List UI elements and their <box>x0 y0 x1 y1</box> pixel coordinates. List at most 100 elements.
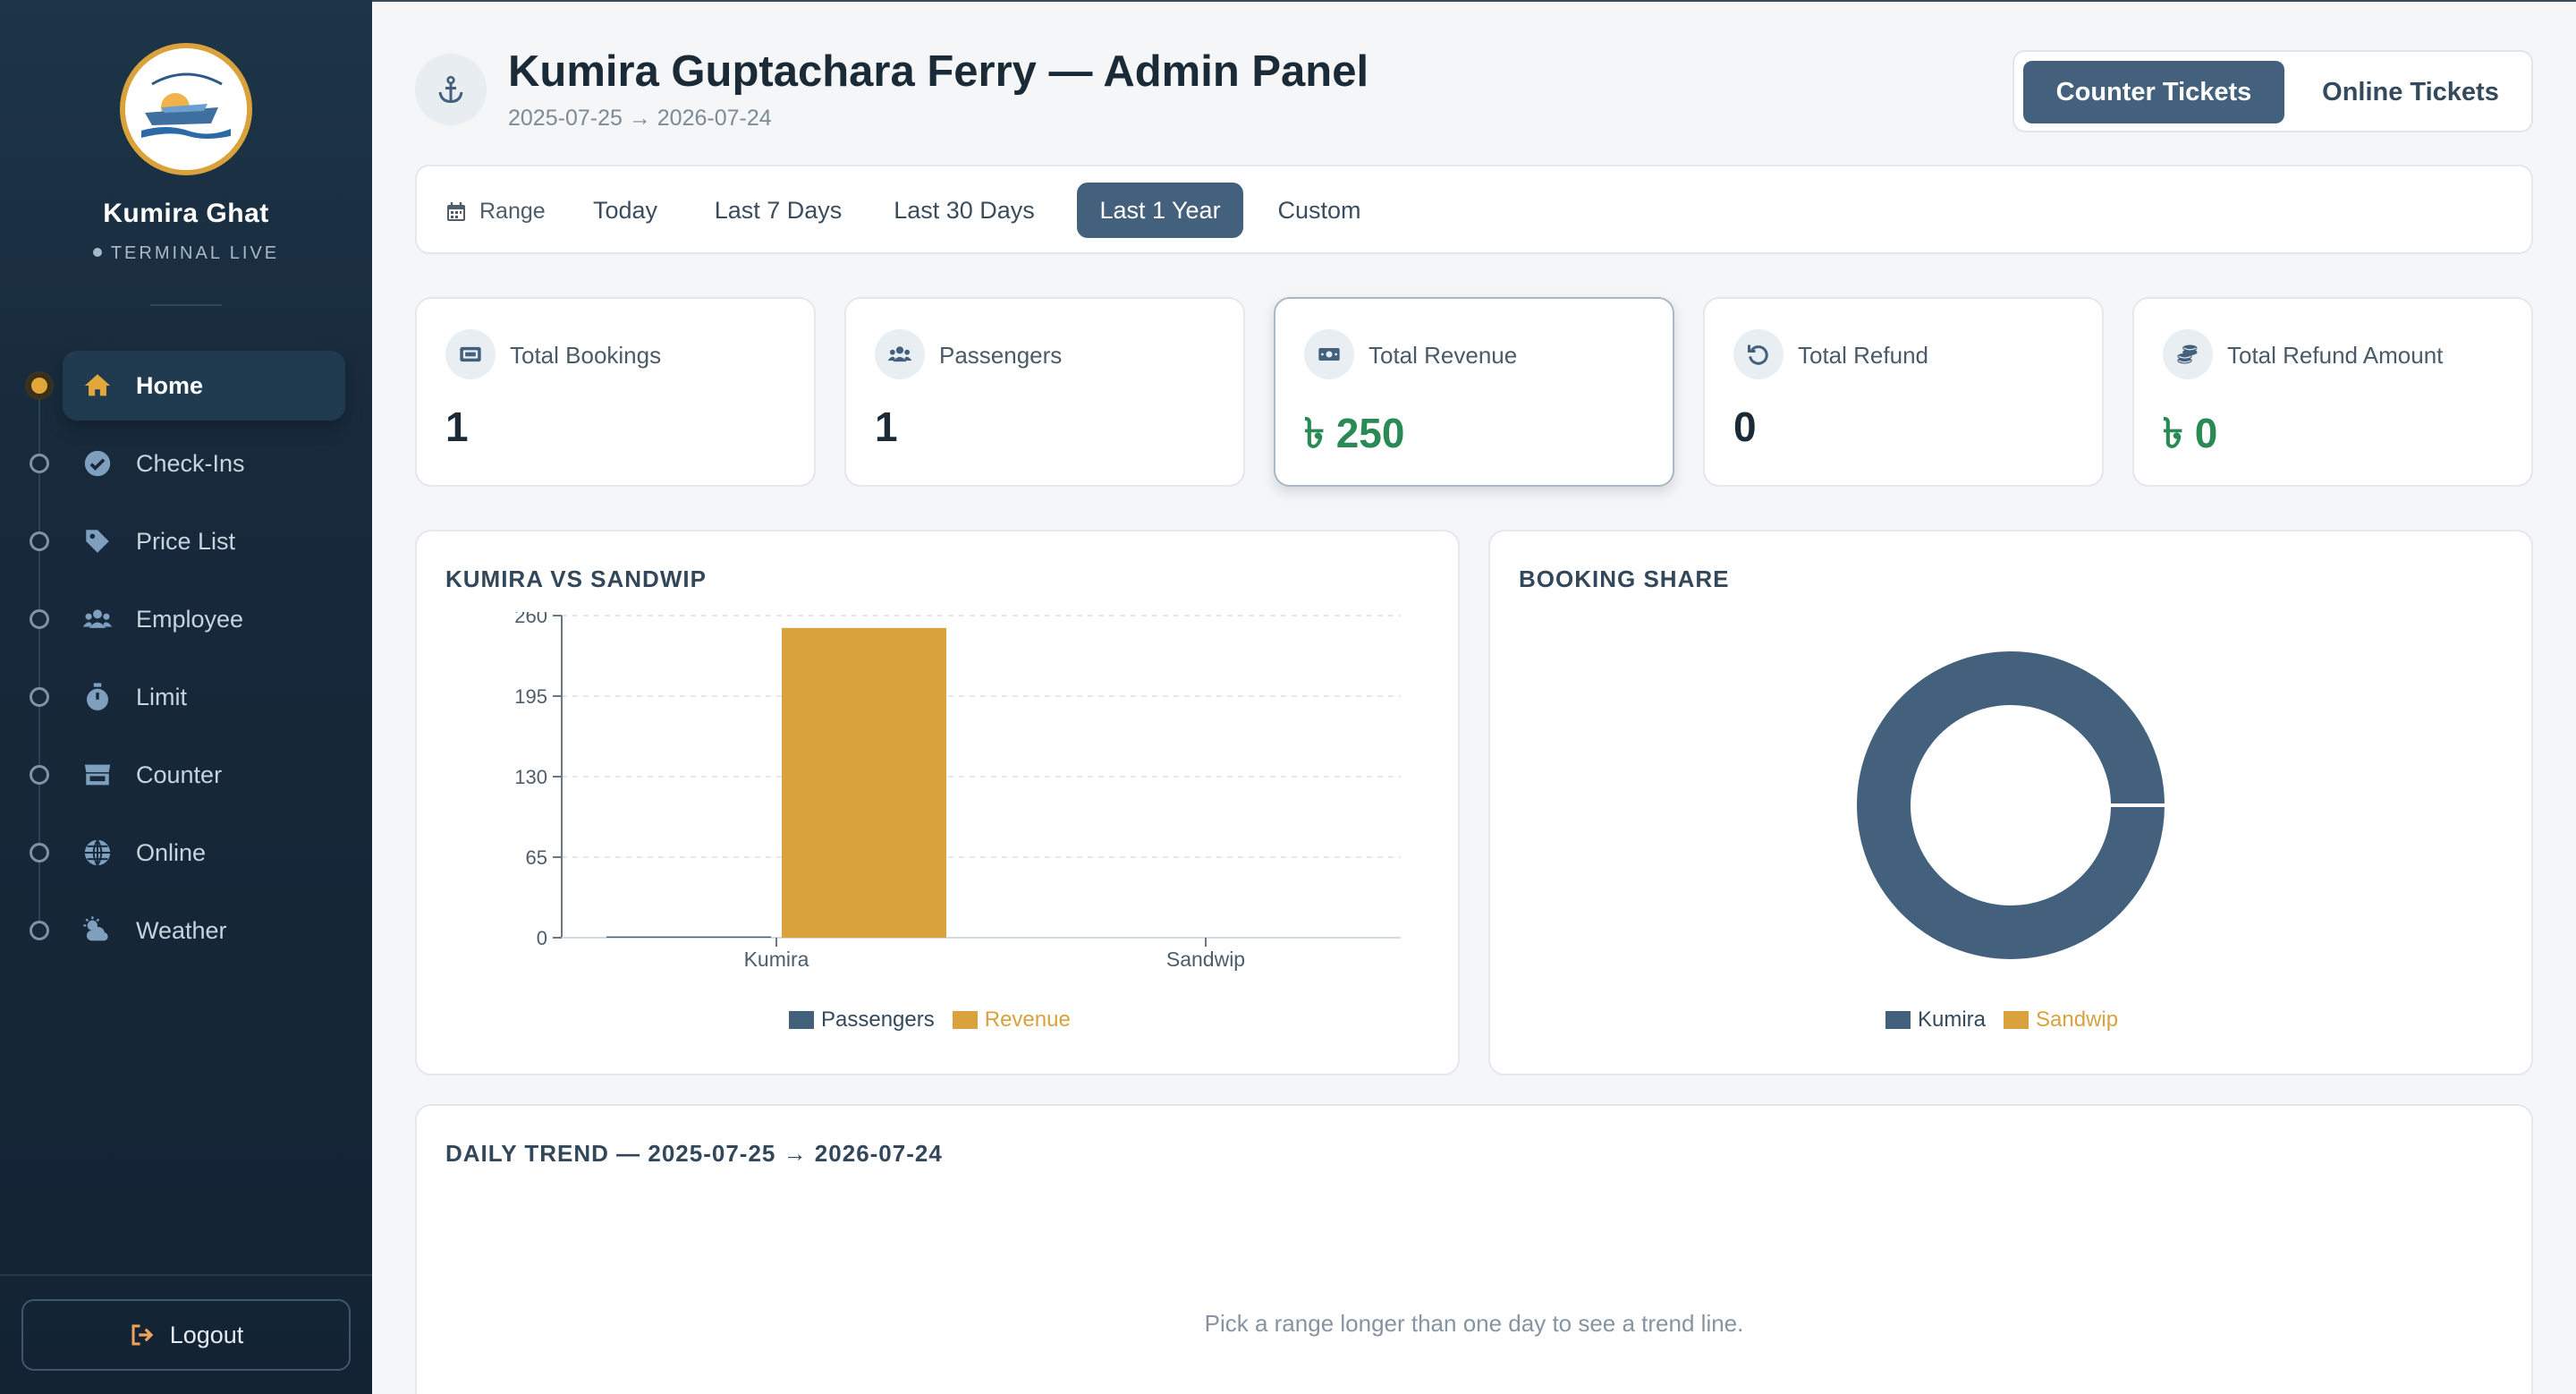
daily-trend-panel: DAILY TREND — 2025-07-25 → 2026-07-24 Pi… <box>415 1104 2533 1394</box>
range-last-1-year[interactable]: Last 1 Year <box>1077 183 1243 238</box>
x-tick-label: Kumira <box>744 948 809 971</box>
x-tick-label: Sandwip <box>1166 948 1245 971</box>
booking-share-panel: BOOKING SHARE Kumira Sandwip <box>1488 530 2533 1075</box>
stat-label: Total Refund <box>1798 342 1928 369</box>
legend-swatch-kumira <box>1885 1011 1911 1029</box>
y-tick-label: 0 <box>537 927 547 949</box>
bar-chart-legend: Passengers Revenue <box>789 1007 1071 1033</box>
donut-chart-legend: Kumira Sandwip <box>1885 1007 2118 1033</box>
legend-swatch-passengers <box>789 1011 814 1029</box>
range-last-30-days[interactable]: Last 30 Days <box>877 183 1052 238</box>
y-tick-label: 65 <box>526 846 547 869</box>
kumira-vs-sandwip-panel: KUMIRA VS SANDWIP 0 65 130 195 260 Kumira Sand… <box>415 530 1460 1075</box>
sidebar-item-label: Price List <box>136 527 236 555</box>
range-filter-bar: Range Today Last 7 Days Last 30 Days Las… <box>415 165 2533 254</box>
nav-dot-employee <box>30 609 49 629</box>
trend-empty-message: Pick a range longer than one day to see … <box>1204 1310 1744 1337</box>
online-tickets-button[interactable]: Online Tickets <box>2295 61 2526 123</box>
nav-dot-home <box>28 374 51 397</box>
stat-card-total-bookings: Total Bookings 1 <box>415 297 816 487</box>
stat-card-passengers: Passengers 1 <box>844 297 1245 487</box>
home-icon <box>84 374 111 396</box>
sidebar-divider <box>0 1274 372 1276</box>
y-tick-label: 195 <box>514 685 547 708</box>
store-icon <box>84 764 111 786</box>
sidebar-item-label: Employee <box>136 605 244 633</box>
sidebar-item-employee[interactable]: Employee <box>63 584 345 654</box>
range-label-text: Range <box>479 199 546 224</box>
ferry-logo <box>120 43 252 175</box>
range-today[interactable]: Today <box>569 183 682 238</box>
coins-icon-wrap <box>2163 329 2213 379</box>
anchor-icon <box>438 75 463 104</box>
coins-icon <box>2177 344 2198 364</box>
stat-card-total-revenue: Total Revenue ৳ 250 <box>1274 297 1674 487</box>
users-icon <box>82 609 113 628</box>
globe-icon <box>84 839 111 866</box>
legend-swatch-revenue <box>952 1011 978 1029</box>
donut-chart <box>1857 651 2168 959</box>
counter-tickets-button[interactable]: Counter Tickets <box>2023 61 2284 123</box>
bar-revenue-kumira <box>782 627 946 938</box>
legend-swatch-sandwip <box>2004 1011 2029 1029</box>
stat-card-total-refund: Total Refund 0 <box>1703 297 2104 487</box>
sidebar-item-label: Online <box>136 838 207 866</box>
tag-icon <box>86 530 109 553</box>
stat-label: Total Refund Amount <box>2227 342 2444 369</box>
nav-dot-counter <box>30 765 49 785</box>
range-label: Range <box>445 199 546 225</box>
users-icon-wrap <box>875 329 925 379</box>
stat-card-total-refund-amount: Total Refund Amount ৳ 0 <box>2132 297 2533 487</box>
terminal-status: TERMINAL LIVE <box>0 243 372 264</box>
users-icon <box>887 346 912 362</box>
check-circle-icon <box>84 450 111 477</box>
bar-chart: 0 65 130 195 260 Kumira Sandwip <box>514 612 1401 971</box>
ticket-icon-wrap <box>445 329 496 379</box>
sidebar: Kumira Ghat TERMINAL LIVE Home Check-Ins… <box>0 0 372 1394</box>
logout-button[interactable]: Logout <box>21 1299 351 1371</box>
terminal-status-label: TERMINAL LIVE <box>110 243 280 263</box>
stat-value: 0 <box>1733 404 1757 450</box>
legend-label-passengers: Passengers <box>821 1007 935 1032</box>
nav-dot-price-list <box>30 531 49 551</box>
sidebar-item-online[interactable]: Online <box>63 818 345 888</box>
ticket-icon <box>460 346 481 362</box>
stat-value: ৳ 0 <box>2163 410 2218 456</box>
page-date-range: 2025-07-25 → 2026-07-24 <box>508 106 772 131</box>
calendar-icon <box>447 201 465 221</box>
stat-label: Total Bookings <box>510 342 662 369</box>
sidebar-item-check-ins[interactable]: Check-Ins <box>63 429 345 498</box>
ferry-logo-icon <box>125 48 247 170</box>
nav-dot-weather <box>30 921 49 940</box>
cash-icon-wrap <box>1304 329 1354 379</box>
status-dot-icon <box>92 248 102 257</box>
sidebar-item-counter[interactable]: Counter <box>63 740 345 810</box>
sign-out-icon <box>131 1324 154 1346</box>
y-tick-label: 130 <box>514 766 547 788</box>
cloud-sun-icon <box>83 916 108 941</box>
legend-label-kumira: Kumira <box>1918 1007 1987 1032</box>
sidebar-item-price-list[interactable]: Price List <box>63 506 345 576</box>
stat-value: 1 <box>875 404 898 450</box>
bar-passengers-kumira <box>606 936 771 938</box>
sidebar-item-label: Home <box>136 371 204 399</box>
sidebar-item-limit[interactable]: Limit <box>63 662 345 732</box>
nav-dot-online <box>30 843 49 863</box>
y-tick-label: 260 <box>514 612 547 627</box>
logout-label: Logout <box>169 1321 244 1348</box>
sidebar-item-label: Counter <box>136 761 223 788</box>
stat-label: Total Revenue <box>1368 342 1518 369</box>
sidebar-item-home[interactable]: Home <box>63 351 345 421</box>
window-top-border <box>372 0 2576 2</box>
anchor-badge <box>415 54 487 125</box>
undo-icon <box>1747 344 1768 365</box>
range-custom[interactable]: Custom <box>1263 183 1376 238</box>
ticket-type-switch: Counter Tickets Online Tickets <box>2012 50 2533 132</box>
brand-name: Kumira Ghat <box>103 199 269 228</box>
sidebar-item-weather[interactable]: Weather <box>63 896 345 965</box>
brand-divider <box>150 304 222 306</box>
chart-title: BOOKING SHARE <box>1519 565 1730 592</box>
nav-dot-check-ins <box>30 454 49 473</box>
range-last-7-days[interactable]: Last 7 Days <box>699 183 857 238</box>
stopwatch-icon <box>86 683 109 710</box>
